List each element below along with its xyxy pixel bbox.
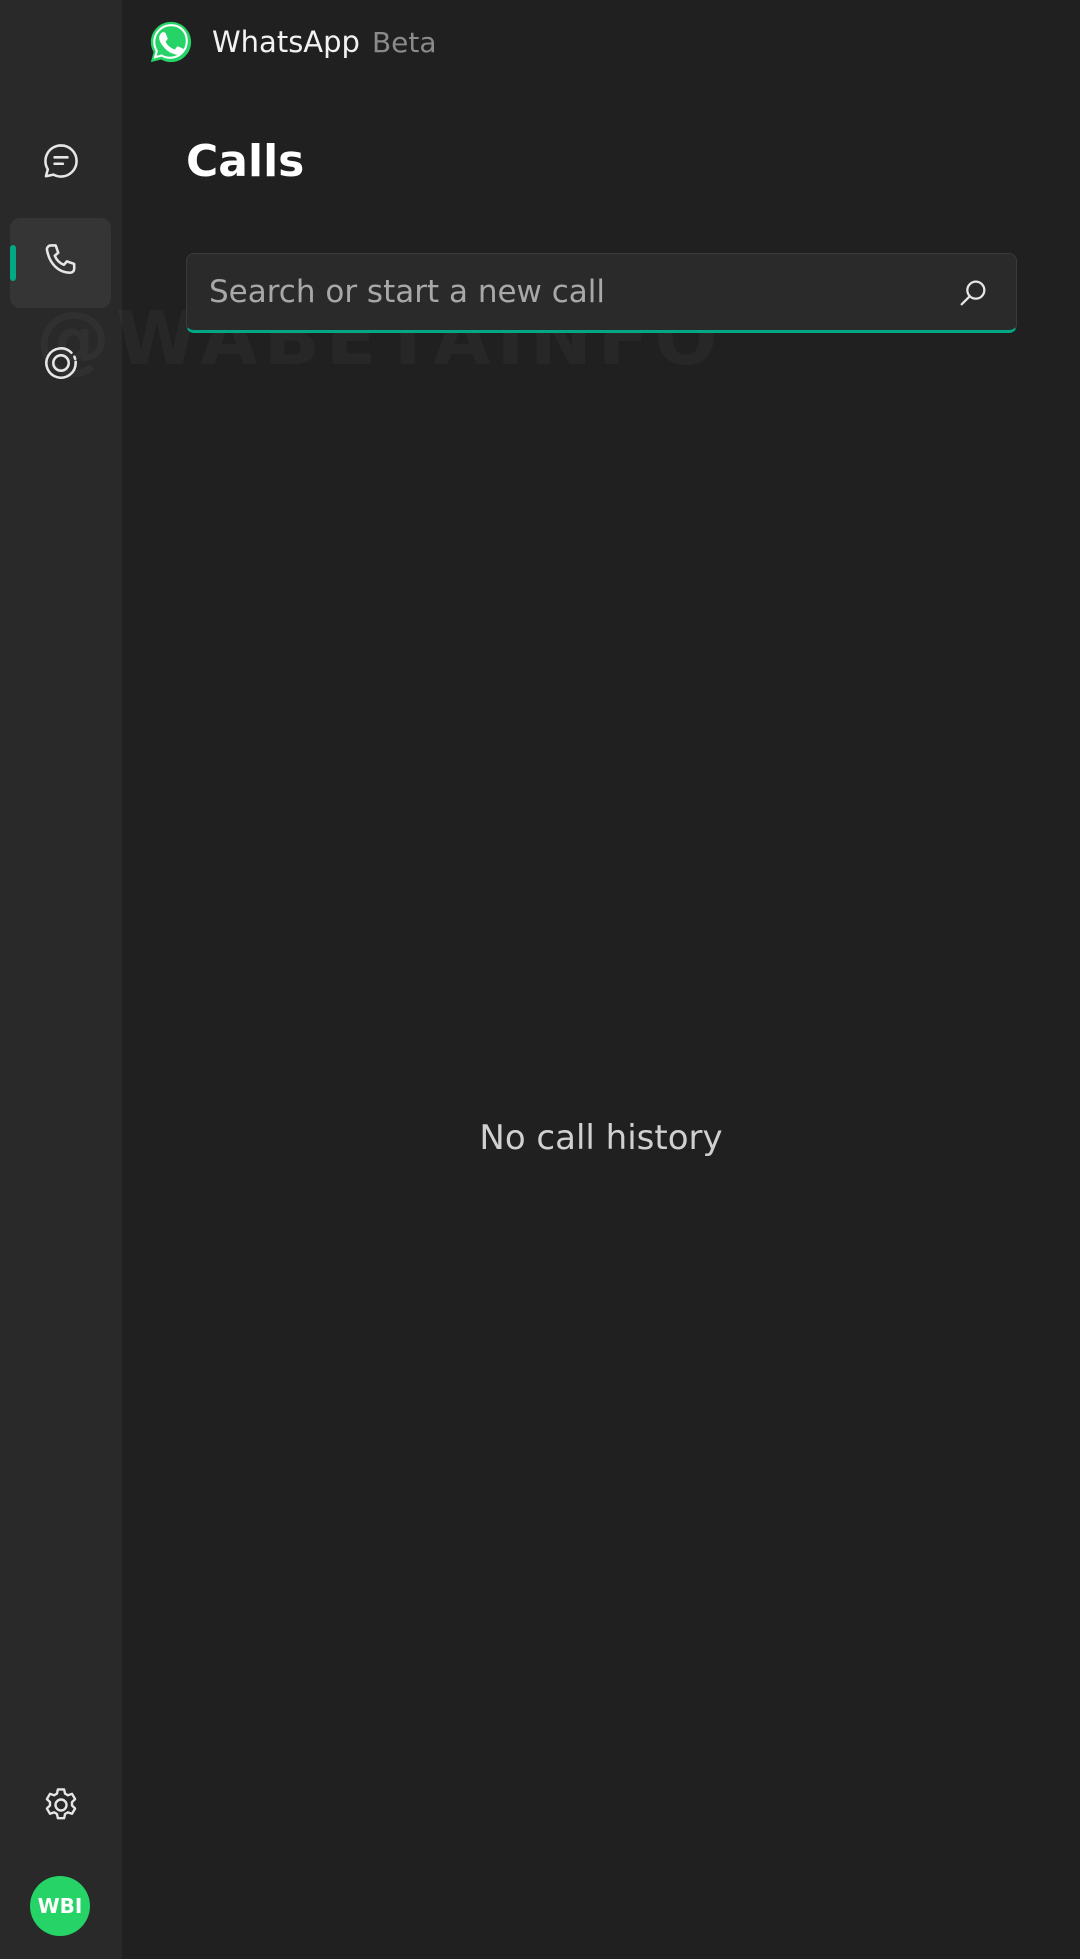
app-title: WhatsApp bbox=[212, 25, 360, 59]
beta-label: Beta bbox=[371, 25, 437, 59]
active-indicator bbox=[10, 245, 16, 281]
phone-icon bbox=[39, 239, 83, 287]
gear-icon bbox=[39, 1783, 83, 1831]
sidebar-item-chats[interactable] bbox=[10, 118, 111, 208]
page-title: Calls bbox=[186, 136, 305, 187]
title-bar: WhatsApp Beta bbox=[148, 16, 437, 68]
sidebar-item-status[interactable] bbox=[10, 320, 111, 410]
search-input[interactable] bbox=[209, 254, 909, 330]
empty-state-text: No call history bbox=[479, 1118, 723, 1158]
avatar-initials: WBI bbox=[37, 1894, 83, 1918]
settings-button[interactable] bbox=[10, 1762, 111, 1852]
sidebar: WBI bbox=[0, 0, 122, 1959]
search-icon[interactable] bbox=[956, 276, 990, 310]
status-icon bbox=[39, 341, 83, 389]
chat-icon bbox=[39, 139, 83, 187]
whatsapp-logo-icon bbox=[150, 21, 192, 63]
avatar[interactable]: WBI bbox=[30, 1876, 90, 1936]
search-box bbox=[186, 253, 1017, 333]
sidebar-item-calls[interactable] bbox=[10, 218, 111, 308]
app-window: WBI WhatsApp Beta Calls @WABETAINFO No c… bbox=[0, 0, 1080, 1959]
